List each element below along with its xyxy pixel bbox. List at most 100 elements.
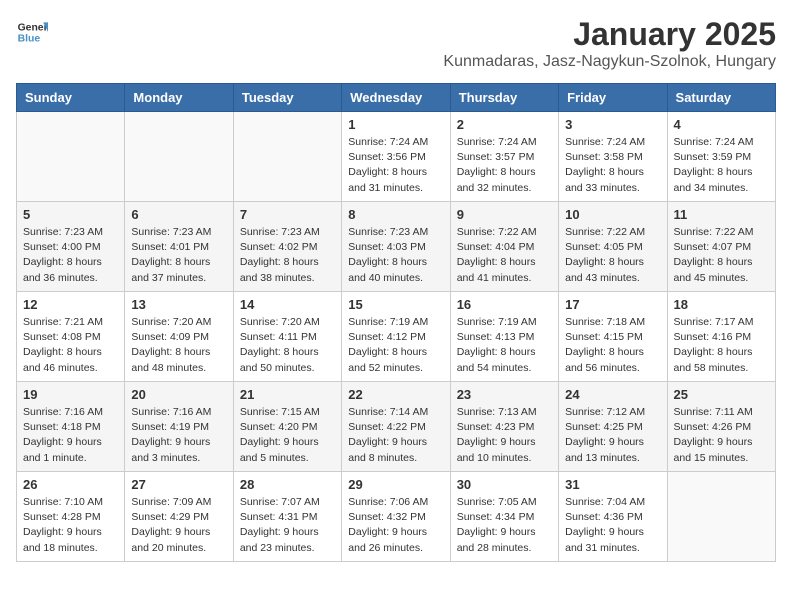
calendar-cell: 30 Sunrise: 7:05 AM Sunset: 4:34 PM Dayli… [450, 472, 558, 562]
calendar-cell: 15Sunrise: 7:19 AM Sunset: 4:12 PM Dayli… [342, 292, 450, 382]
day-number: 24 [565, 387, 660, 402]
calendar-cell: 3 Sunrise: 7:24 AM Sunset: 3:58 PM Daylig… [559, 112, 667, 202]
day-detail: Sunrise: 7:24 AM Sunset: 3:57 PM Dayligh… [457, 135, 552, 196]
day-detail: Sunrise: 7:04 AM Sunset: 4:36 PM Dayligh… [565, 495, 660, 556]
calendar-table: SundayMondayTuesdayWednesdayThursdayFrid… [16, 83, 776, 562]
day-number: 10 [565, 207, 660, 222]
calendar-cell: 8Sunrise: 7:23 AM Sunset: 4:03 PM Daylig… [342, 202, 450, 292]
day-detail: Sunrise: 7:22 AM Sunset: 4:05 PM Dayligh… [565, 225, 660, 286]
day-number: 28 [240, 477, 335, 492]
calendar-cell: 28 Sunrise: 7:07 AM Sunset: 4:31 PM Dayli… [233, 472, 341, 562]
day-detail: Sunrise: 7:23 AM Sunset: 4:02 PM Dayligh… [240, 225, 335, 286]
day-number: 2 [457, 117, 552, 132]
day-number: 26 [23, 477, 118, 492]
day-number: 21 [240, 387, 335, 402]
day-number: 30 [457, 477, 552, 492]
day-number: 31 [565, 477, 660, 492]
day-detail: Sunrise: 7:24 AM Sunset: 3:58 PM Dayligh… [565, 135, 660, 196]
calendar-cell: 25 Sunrise: 7:11 AM Sunset: 4:26 PM Dayli… [667, 382, 775, 472]
weekday-header: Sunday [17, 84, 125, 112]
day-detail: Sunrise: 7:18 AM Sunset: 4:15 PM Dayligh… [565, 315, 660, 376]
day-number: 4 [674, 117, 769, 132]
day-number: 6 [131, 207, 226, 222]
calendar-cell: 24 Sunrise: 7:12 AM Sunset: 4:25 PM Dayli… [559, 382, 667, 472]
calendar-cell: 22 Sunrise: 7:14 AM Sunset: 4:22 PM Dayli… [342, 382, 450, 472]
day-detail: Sunrise: 7:07 AM Sunset: 4:31 PM Dayligh… [240, 495, 335, 556]
day-detail: Sunrise: 7:14 AM Sunset: 4:22 PM Dayligh… [348, 405, 443, 466]
day-detail: Sunrise: 7:24 AM Sunset: 3:59 PM Dayligh… [674, 135, 769, 196]
day-number: 7 [240, 207, 335, 222]
logo: General Blue [16, 16, 48, 48]
day-detail: Sunrise: 7:19 AM Sunset: 4:13 PM Dayligh… [457, 315, 552, 376]
day-detail: Sunrise: 7:22 AM Sunset: 4:07 PM Dayligh… [674, 225, 769, 286]
calendar-cell [667, 472, 775, 562]
day-number: 9 [457, 207, 552, 222]
day-detail: Sunrise: 7:24 AM Sunset: 3:56 PM Dayligh… [348, 135, 443, 196]
day-number: 23 [457, 387, 552, 402]
day-detail: Sunrise: 7:20 AM Sunset: 4:11 PM Dayligh… [240, 315, 335, 376]
day-detail: Sunrise: 7:22 AM Sunset: 4:04 PM Dayligh… [457, 225, 552, 286]
calendar-cell: 5 Sunrise: 7:23 AM Sunset: 4:00 PM Daylig… [17, 202, 125, 292]
calendar-cell [233, 112, 341, 202]
calendar-cell: 7 Sunrise: 7:23 AM Sunset: 4:02 PM Daylig… [233, 202, 341, 292]
day-detail: Sunrise: 7:23 AM Sunset: 4:01 PM Dayligh… [131, 225, 226, 286]
calendar-cell [17, 112, 125, 202]
day-detail: Sunrise: 7:05 AM Sunset: 4:34 PM Dayligh… [457, 495, 552, 556]
calendar-cell: 11 Sunrise: 7:22 AM Sunset: 4:07 PM Dayli… [667, 202, 775, 292]
day-number: 18 [674, 297, 769, 312]
day-number: 22 [348, 387, 443, 402]
weekday-header: Wednesday [342, 84, 450, 112]
day-number: 5 [23, 207, 118, 222]
day-number: 11 [674, 207, 769, 222]
calendar-cell: 1 Sunrise: 7:24 AM Sunset: 3:56 PM Daylig… [342, 112, 450, 202]
calendar-cell: 2 Sunrise: 7:24 AM Sunset: 3:57 PM Daylig… [450, 112, 558, 202]
calendar-cell: 14 Sunrise: 7:20 AM Sunset: 4:11 PM Dayli… [233, 292, 341, 382]
calendar-cell: 10 Sunrise: 7:22 AM Sunset: 4:05 PM Dayli… [559, 202, 667, 292]
location-title: Kunmadaras, Jasz-Nagykun-Szolnok, Hungar… [443, 53, 776, 71]
day-number: 27 [131, 477, 226, 492]
svg-text:General: General [18, 22, 48, 33]
weekday-header: Tuesday [233, 84, 341, 112]
day-number: 14 [240, 297, 335, 312]
day-detail: Sunrise: 7:17 AM Sunset: 4:16 PM Dayligh… [674, 315, 769, 376]
weekday-header: Saturday [667, 84, 775, 112]
day-detail: Sunrise: 7:20 AM Sunset: 4:09 PM Dayligh… [131, 315, 226, 376]
svg-text:Blue: Blue [18, 34, 41, 45]
calendar-cell: 16 Sunrise: 7:19 AM Sunset: 4:13 PM Dayli… [450, 292, 558, 382]
day-number: 20 [131, 387, 226, 402]
day-detail: Sunrise: 7:23 AM Sunset: 4:00 PM Dayligh… [23, 225, 118, 286]
calendar-cell [125, 112, 233, 202]
day-number: 19 [23, 387, 118, 402]
day-number: 16 [457, 297, 552, 312]
day-number: 13 [131, 297, 226, 312]
day-detail: Sunrise: 7:13 AM Sunset: 4:23 PM Dayligh… [457, 405, 552, 466]
day-detail: Sunrise: 7:06 AM Sunset: 4:32 PM Dayligh… [348, 495, 443, 556]
day-detail: Sunrise: 7:16 AM Sunset: 4:19 PM Dayligh… [131, 405, 226, 466]
day-number: 1 [348, 117, 443, 132]
day-detail: Sunrise: 7:19 AM Sunset: 4:12 PM Dayligh… [348, 315, 443, 376]
calendar-cell: 9 Sunrise: 7:22 AM Sunset: 4:04 PM Daylig… [450, 202, 558, 292]
calendar-cell: 18 Sunrise: 7:17 AM Sunset: 4:16 PM Dayli… [667, 292, 775, 382]
calendar-cell: 27 Sunrise: 7:09 AM Sunset: 4:29 PM Dayli… [125, 472, 233, 562]
calendar-cell: 4 Sunrise: 7:24 AM Sunset: 3:59 PM Daylig… [667, 112, 775, 202]
day-number: 29 [348, 477, 443, 492]
calendar-cell: 23 Sunrise: 7:13 AM Sunset: 4:23 PM Dayli… [450, 382, 558, 472]
day-number: 12 [23, 297, 118, 312]
day-number: 25 [674, 387, 769, 402]
day-detail: Sunrise: 7:15 AM Sunset: 4:20 PM Dayligh… [240, 405, 335, 466]
weekday-header: Monday [125, 84, 233, 112]
day-detail: Sunrise: 7:16 AM Sunset: 4:18 PM Dayligh… [23, 405, 118, 466]
calendar-cell: 13 Sunrise: 7:20 AM Sunset: 4:09 PM Dayli… [125, 292, 233, 382]
day-number: 17 [565, 297, 660, 312]
day-detail: Sunrise: 7:12 AM Sunset: 4:25 PM Dayligh… [565, 405, 660, 466]
day-number: 8 [348, 207, 443, 222]
calendar-cell: 26Sunrise: 7:10 AM Sunset: 4:28 PM Dayli… [17, 472, 125, 562]
day-detail: Sunrise: 7:11 AM Sunset: 4:26 PM Dayligh… [674, 405, 769, 466]
calendar-cell: 19 Sunrise: 7:16 AM Sunset: 4:18 PM Dayli… [17, 382, 125, 472]
calendar-cell: 21 Sunrise: 7:15 AM Sunset: 4:20 PM Dayli… [233, 382, 341, 472]
weekday-header: Thursday [450, 84, 558, 112]
calendar-cell: 29 Sunrise: 7:06 AM Sunset: 4:32 PM Dayli… [342, 472, 450, 562]
day-detail: Sunrise: 7:09 AM Sunset: 4:29 PM Dayligh… [131, 495, 226, 556]
day-number: 3 [565, 117, 660, 132]
calendar-cell: 20 Sunrise: 7:16 AM Sunset: 4:19 PM Dayli… [125, 382, 233, 472]
